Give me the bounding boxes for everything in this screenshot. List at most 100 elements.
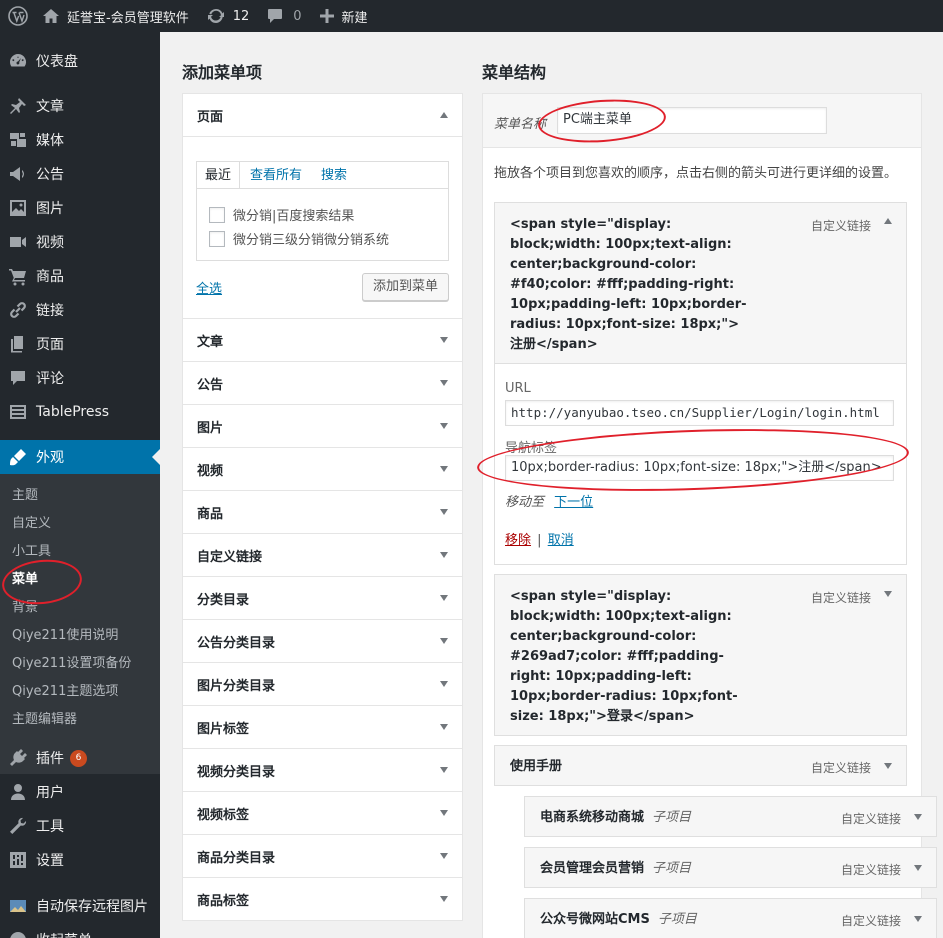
sidebar-item-tools[interactable]: 工具 [0, 809, 160, 843]
select-all-link[interactable]: 全选 [196, 278, 222, 297]
title-line: right: 10px;padding-left: [510, 669, 692, 684]
submenu-widgets[interactable]: 小工具 [12, 542, 51, 562]
page-checkbox-item[interactable]: 微分销三级分销微分销系统 [209, 229, 389, 248]
tab-recent[interactable]: 最近 [196, 161, 241, 189]
accordion-section[interactable]: 图片 [182, 405, 463, 448]
sidebar-item-appearance[interactable]: 外观 [0, 440, 160, 474]
remove-link[interactable]: 移除 [505, 533, 531, 548]
expand-arrow-icon[interactable] [440, 423, 448, 429]
menu-item-login[interactable]: <span style="display: block;width: 100px… [494, 574, 907, 736]
submenu-qiye211-options[interactable]: Qiye211主题选项 [12, 682, 118, 702]
expand-arrow-icon[interactable] [440, 380, 448, 386]
sidebar-item-auto-save-images[interactable]: 自动保存远程图片 [0, 889, 160, 923]
submenu-theme-editor[interactable]: 主题编辑器 [12, 710, 77, 730]
submenu-customize[interactable]: 自定义 [12, 514, 51, 534]
accordion-section[interactable]: 图片分类目录 [182, 663, 463, 706]
pages-section-header[interactable]: 页面 [183, 94, 462, 137]
accordion-section[interactable]: 公告 [182, 362, 463, 405]
accordion-section-title: 商品 [197, 506, 224, 522]
menu-subitem-mall[interactable]: 电商系统移动商城 子项目 自定义链接 [524, 796, 937, 837]
sidebar-label: 链接 [36, 303, 64, 319]
collapse-arrow-icon[interactable] [440, 112, 448, 118]
expand-arrow-icon[interactable] [440, 638, 448, 644]
accordion-section[interactable]: 文章 [182, 319, 463, 362]
accordion-section[interactable]: 公告分类目录 [182, 620, 463, 663]
sidebar-item-settings[interactable]: 设置 [0, 843, 160, 877]
menu-item-manual[interactable]: 使用手册 自定义链接 [494, 745, 907, 786]
url-input[interactable]: http://yanyubao.tseo.cn/Supplier/Login/l… [505, 400, 894, 426]
expand-arrow-icon[interactable] [440, 337, 448, 343]
page-checkbox-item[interactable]: 微分销|百度搜索结果 [209, 205, 354, 224]
tab-view-all[interactable]: 查看所有 [250, 162, 302, 189]
sidebar-item-media[interactable]: 媒体 [0, 123, 160, 157]
expand-arrow-icon[interactable] [884, 763, 892, 769]
expand-arrow-icon[interactable] [440, 552, 448, 558]
menu-item-register[interactable]: <span style="display: block;width: 100px… [494, 202, 907, 364]
sidebar-item-users[interactable]: 用户 [0, 775, 160, 809]
accordion-section[interactable]: 自定义链接 [182, 534, 463, 577]
accordion-section[interactable]: 视频分类目录 [182, 749, 463, 792]
sidebar-item-collapse[interactable]: 收起菜单 [0, 923, 160, 938]
cancel-link[interactable]: 取消 [548, 533, 574, 548]
sidebar-item-posts[interactable]: 文章 [0, 89, 160, 123]
sidebar-item-links[interactable]: 链接 [0, 293, 160, 327]
sidebar-item-plugins[interactable]: 插件 6 [0, 741, 160, 775]
expand-arrow-icon[interactable] [440, 681, 448, 687]
move-down-link[interactable]: 下一位 [554, 495, 593, 510]
accordion-section-title: 视频 [197, 463, 224, 479]
menu-item-type: 自定义链接 [811, 591, 872, 605]
sidebar-item-announcements[interactable]: 公告 [0, 157, 160, 191]
sidebar-item-tablepress[interactable]: TablePress [0, 395, 160, 429]
expand-arrow-icon[interactable] [884, 591, 892, 597]
comments-link[interactable]: 0 [267, 0, 302, 32]
checkbox[interactable] [209, 230, 225, 247]
menu-name-input[interactable]: PC端主菜单 [557, 107, 827, 134]
submenu-themes[interactable]: 主题 [12, 486, 38, 506]
sidebar-item-videos[interactable]: 视频 [0, 225, 160, 259]
accordion-section[interactable]: 视频标签 [182, 792, 463, 835]
updates-link[interactable]: 12 [207, 0, 249, 32]
expand-arrow-icon[interactable] [914, 916, 922, 922]
sidebar-item-pages[interactable]: 页面 [0, 327, 160, 361]
site-home-link[interactable]: 延誉宝-会员管理软件 [42, 0, 189, 32]
sidebar-item-dashboard[interactable]: 仪表盘 [0, 44, 160, 78]
expand-arrow-icon[interactable] [914, 865, 922, 871]
new-content-link[interactable]: 新建 [319, 0, 368, 32]
menu-item-title: 公众号微网站CMS 子项目 [540, 910, 697, 930]
accordion-section[interactable]: 商品分类目录 [182, 835, 463, 878]
expand-arrow-icon[interactable] [440, 853, 448, 859]
admin-bar: 延誉宝-会员管理软件 12 0 新建 [0, 0, 943, 32]
table-icon [10, 405, 26, 419]
accordion-section[interactable]: 图片标签 [182, 706, 463, 749]
title-line: <span style="display: [510, 589, 672, 604]
submenu-menus[interactable]: 菜单 [12, 570, 38, 590]
tab-search[interactable]: 搜索 [321, 162, 347, 189]
expand-arrow-icon[interactable] [440, 767, 448, 773]
add-to-menu-button[interactable]: 添加到菜单 [362, 273, 450, 301]
wordpress-logo-icon[interactable] [2, 0, 34, 32]
nav-label-input[interactable]: 10px;border-radius: 10px;font-size: 18px… [505, 455, 894, 481]
submenu-qiye211-backup[interactable]: Qiye211设置项备份 [12, 654, 131, 674]
accordion-section[interactable]: 商品标签 [182, 878, 463, 921]
accordion-section[interactable]: 分类目录 [182, 577, 463, 620]
menu-subitem-cms[interactable]: 公众号微网站CMS 子项目 自定义链接 [524, 898, 937, 938]
sidebar-item-images[interactable]: 图片 [0, 191, 160, 225]
submenu-qiye211-guide[interactable]: Qiye211使用说明 [12, 626, 118, 646]
expand-arrow-icon[interactable] [440, 509, 448, 515]
accordion-section[interactable]: 商品 [182, 491, 463, 534]
submenu-background[interactable]: 背景 [12, 598, 38, 618]
sidebar-item-comments[interactable]: 评论 [0, 361, 160, 395]
expand-arrow-icon[interactable] [914, 814, 922, 820]
expand-arrow-icon[interactable] [440, 810, 448, 816]
sidebar-label: 用户 [36, 785, 64, 801]
expand-arrow-icon[interactable] [440, 896, 448, 902]
expand-arrow-icon[interactable] [440, 595, 448, 601]
expand-arrow-icon[interactable] [440, 466, 448, 472]
title-line: 10px;border-radius: 10px;font- [510, 689, 738, 704]
expand-arrow-icon[interactable] [440, 724, 448, 730]
menu-subitem-member[interactable]: 会员管理会员营销 子项目 自定义链接 [524, 847, 937, 888]
collapse-arrow-icon[interactable] [884, 218, 892, 224]
checkbox[interactable] [209, 206, 225, 223]
accordion-section[interactable]: 视频 [182, 448, 463, 491]
sidebar-item-products[interactable]: 商品 [0, 259, 160, 293]
